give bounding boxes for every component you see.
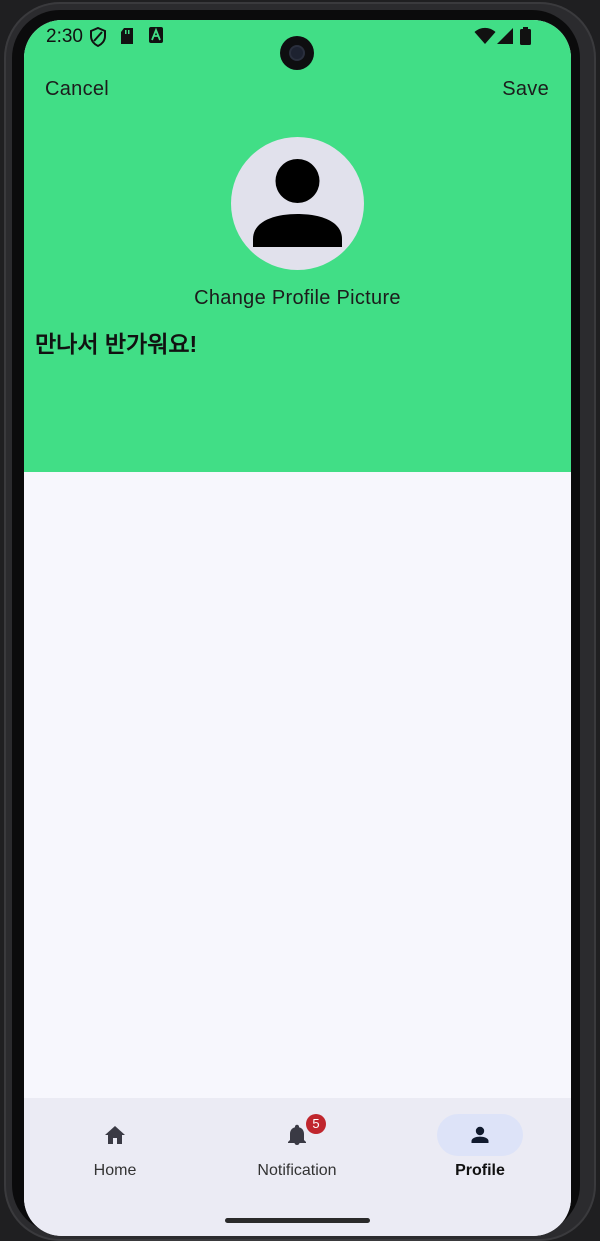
battery-icon <box>520 27 531 45</box>
save-button[interactable]: Save <box>502 78 549 101</box>
nav-label-profile: Profile <box>455 1162 505 1179</box>
nav-item-profile[interactable]: Profile <box>389 1098 571 1198</box>
notification-badge: 5 <box>306 1114 326 1134</box>
front-camera <box>280 36 314 70</box>
nav-label-notification: Notification <box>257 1162 337 1179</box>
app-notification-icon <box>149 27 163 43</box>
profile-icon-container <box>437 1114 523 1156</box>
bell-icon-container: 5 <box>254 1114 340 1156</box>
home-icon-container <box>72 1114 158 1156</box>
gesture-home-indicator[interactable] <box>225 1218 370 1223</box>
person-avatar-icon <box>253 159 342 247</box>
person-icon <box>471 1126 489 1143</box>
screen: 2:30 Cancel Save Change Profile Picture … <box>24 20 571 1236</box>
profile-avatar[interactable] <box>231 137 364 270</box>
sd-card-icon <box>121 28 133 44</box>
status-time: 2:30 <box>46 26 83 47</box>
change-profile-picture-link[interactable]: Change Profile Picture <box>24 287 571 310</box>
nav-label-home: Home <box>93 1162 137 1179</box>
home-icon <box>105 1126 125 1144</box>
cancel-button[interactable]: Cancel <box>45 78 109 101</box>
bottom-navigation: Home 5 Notification Profile <box>24 1098 571 1236</box>
content-area <box>24 472 571 1098</box>
shield-icon <box>90 27 106 47</box>
wifi-icon <box>474 27 496 44</box>
profile-header: 2:30 Cancel Save Change Profile Picture … <box>24 20 571 472</box>
nav-item-notification[interactable]: 5 Notification <box>206 1098 388 1198</box>
signal-icon <box>497 28 513 44</box>
nav-item-home[interactable]: Home <box>24 1098 206 1198</box>
greeting-text: 만나서 반가워요! <box>35 331 198 357</box>
